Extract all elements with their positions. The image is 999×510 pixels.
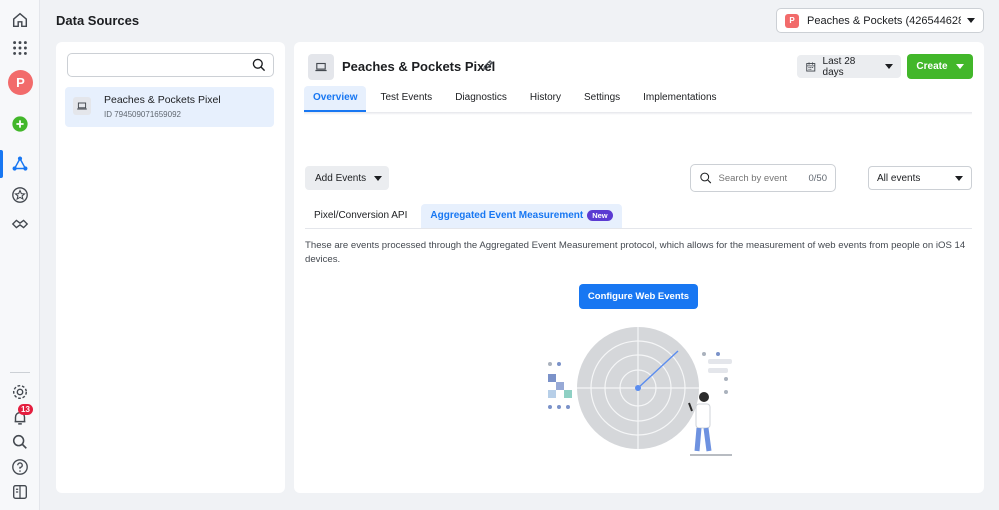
star-badge-icon[interactable]: [10, 185, 30, 205]
notification-badge: 13: [18, 404, 33, 415]
page-title: Data Sources: [56, 13, 140, 28]
calendar-icon: [806, 61, 816, 71]
subtab-aem-label: Aggregated Event Measurement: [430, 210, 584, 221]
subtab-pixel-conversion-api[interactable]: Pixel/Conversion API: [305, 204, 416, 228]
chevron-down-icon: [374, 175, 383, 181]
subtab-aggregated-event-measurement[interactable]: Aggregated Event Measurement New: [421, 204, 622, 228]
panel-toggle-icon[interactable]: [10, 482, 30, 502]
edit-pencil-icon[interactable]: [481, 58, 495, 72]
apps-grid-icon[interactable]: [10, 38, 30, 58]
help-icon[interactable]: [10, 457, 30, 477]
tab-implementations[interactable]: Implementations: [634, 86, 725, 112]
account-selector[interactable]: P Peaches & Pockets (4265446288…: [776, 8, 984, 33]
chevron-down-icon: [885, 64, 893, 69]
date-range-button[interactable]: Last 28 days: [797, 55, 901, 78]
search-icon[interactable]: [251, 57, 267, 73]
source-id: ID 794509071659092: [104, 110, 181, 119]
create-plus-icon[interactable]: [10, 114, 30, 134]
date-range-label: Last 28 days: [822, 55, 856, 78]
pixel-tabs: Overview Test Events Diagnostics History…: [304, 86, 731, 112]
account-avatar: P: [785, 13, 799, 28]
home-icon[interactable]: [10, 10, 30, 30]
event-search: 0/50: [690, 164, 836, 192]
pixel-title: Peaches & Pockets Pixel: [342, 59, 496, 74]
source-search: [67, 53, 274, 77]
add-events-label: Add Events: [315, 172, 367, 184]
tab-settings[interactable]: Settings: [575, 86, 629, 112]
event-search-input[interactable]: [718, 172, 809, 184]
chevron-down-icon: [955, 175, 963, 181]
search-icon[interactable]: [10, 432, 30, 452]
event-filter-value: All events: [877, 172, 921, 184]
laptop-icon: [73, 97, 91, 115]
avatar[interactable]: P: [8, 70, 33, 95]
event-filter-select[interactable]: All events: [868, 166, 972, 190]
source-search-input[interactable]: [68, 54, 248, 76]
account-name: Peaches & Pockets (4265446288…: [807, 14, 961, 27]
pixel-detail-panel: Peaches & Pockets Pixel Last 28 days Cre…: [294, 42, 984, 493]
event-search-count: 0/50: [808, 172, 828, 184]
subtabs-divider: [305, 228, 972, 229]
tab-history[interactable]: History: [521, 86, 570, 112]
configure-web-events-button[interactable]: Configure Web Events: [579, 284, 698, 309]
chevron-down-icon: [955, 64, 964, 69]
tab-diagnostics[interactable]: Diagnostics: [446, 86, 516, 112]
create-button[interactable]: Create: [907, 54, 973, 79]
tab-overview[interactable]: Overview: [304, 86, 367, 112]
create-label: Create: [916, 61, 948, 72]
data-sources-list-panel: Peaches & Pockets Pixel ID 7945090716590…: [56, 42, 285, 493]
tabs-divider: [304, 112, 972, 115]
settings-gear-icon[interactable]: [10, 382, 30, 402]
new-badge: New: [587, 210, 613, 221]
search-icon: [700, 172, 712, 184]
rail-divider: [10, 372, 30, 373]
source-name: Peaches & Pockets Pixel: [104, 94, 221, 106]
laptop-icon: [308, 54, 334, 80]
add-events-button[interactable]: Add Events: [305, 166, 389, 190]
tab-test-events[interactable]: Test Events: [371, 86, 441, 112]
data-source-item[interactable]: Peaches & Pockets Pixel ID 7945090716590…: [65, 87, 274, 127]
left-rail: P 13: [0, 0, 40, 510]
radar-illustration: [548, 327, 732, 456]
event-subtabs: Pixel/Conversion API Aggregated Event Me…: [305, 204, 627, 228]
chevron-down-icon: [967, 18, 975, 23]
aem-description: These are events processed through the A…: [305, 240, 966, 265]
events-manager-icon[interactable]: [10, 154, 30, 174]
active-indicator: [0, 150, 3, 178]
handshake-icon[interactable]: [10, 214, 30, 234]
